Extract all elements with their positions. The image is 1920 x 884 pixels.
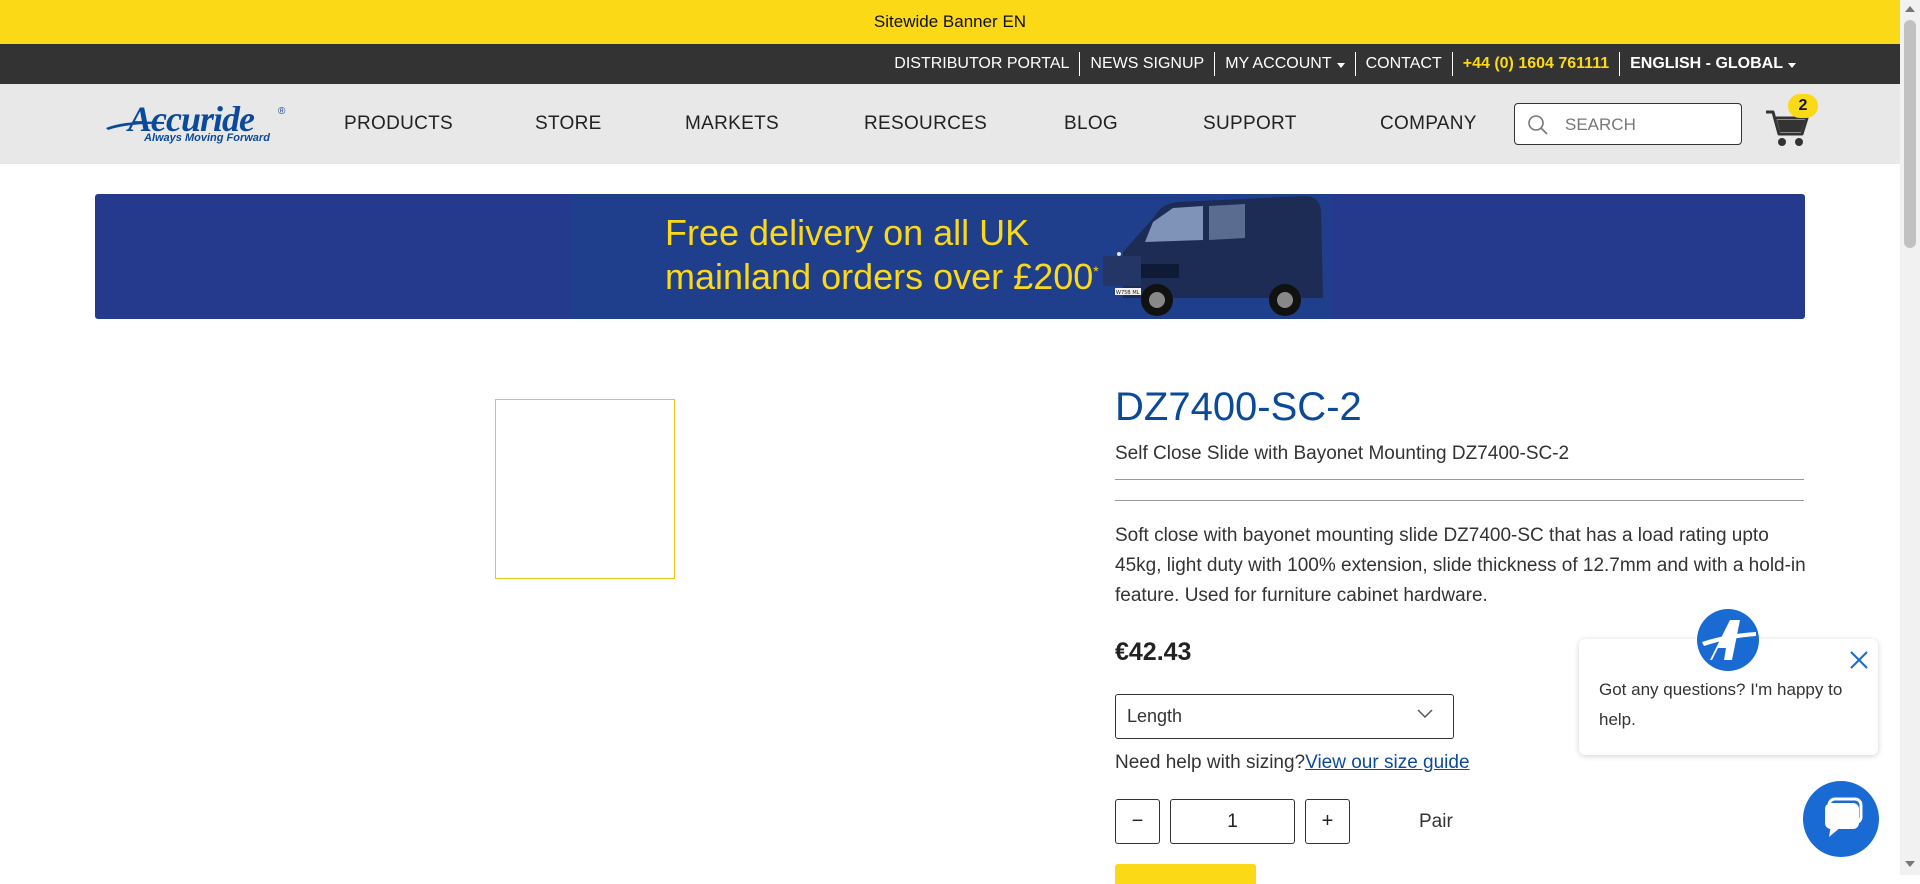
- logo-tagline: Always Moving Forward: [144, 132, 270, 144]
- distributor-portal-label: DISTRIBUTOR PORTAL: [894, 55, 1070, 72]
- nav-support-label: SUPPORT: [1203, 113, 1297, 134]
- scrollbar-thumb[interactable]: [1904, 20, 1916, 248]
- distributor-portal-link[interactable]: DISTRIBUTOR PORTAL: [884, 52, 1081, 76]
- page-scrollbar[interactable]: [1900, 0, 1920, 875]
- quantity-increase-button[interactable]: +: [1305, 799, 1350, 844]
- contact-label: CONTACT: [1365, 55, 1442, 72]
- nav-resources[interactable]: RESOURCES: [864, 84, 987, 164]
- promo-line-2: mainland orders over £200*: [665, 256, 1099, 298]
- cart-count-badge: 2: [1788, 94, 1818, 118]
- chat-avatar: [1696, 608, 1760, 672]
- utility-links: DISTRIBUTOR PORTAL NEWS SIGNUP MY ACCOUN…: [884, 44, 1806, 84]
- nav-markets-label: MARKETS: [685, 113, 779, 134]
- promo-line-2-text: mainland orders over £200: [665, 256, 1094, 297]
- nav-blog-label: BLOG: [1064, 113, 1118, 134]
- quantity-increase-label: +: [1321, 810, 1334, 832]
- nav-markets[interactable]: MARKETS: [685, 84, 779, 164]
- chat-message: Got any questions? I'm happy to help.: [1599, 680, 1843, 729]
- chat-launcher-button[interactable]: [1803, 781, 1879, 857]
- product-image[interactable]: [495, 399, 675, 579]
- product-subtitle: Self Close Slide with Bayonet Mounting D…: [1115, 443, 1570, 464]
- utility-bar: DISTRIBUTOR PORTAL NEWS SIGNUP MY ACCOUN…: [0, 44, 1900, 84]
- language-selector[interactable]: ENGLISH - GLOBAL: [1620, 52, 1806, 76]
- logo-registered-mark: ®: [278, 106, 286, 117]
- nav-company-label: COMPANY: [1380, 113, 1477, 134]
- divider-top: [1115, 479, 1804, 480]
- promo-banner[interactable]: Free delivery on all UK mainland orders …: [95, 194, 1805, 319]
- accuride-a-logo-icon: [1697, 609, 1759, 671]
- nav-products-label: PRODUCTS: [344, 113, 454, 134]
- search-input[interactable]: [1563, 110, 1737, 140]
- promo-line-1: Free delivery on all UK: [665, 212, 1030, 253]
- nav-support[interactable]: SUPPORT: [1203, 84, 1297, 164]
- my-account-label: MY ACCOUNT: [1225, 55, 1332, 72]
- quantity-value: 1: [1227, 810, 1238, 832]
- quantity-decrease-label: −: [1131, 810, 1144, 832]
- chevron-down-icon: [1417, 709, 1433, 719]
- divider-bottom: [1115, 500, 1804, 501]
- quantity-decrease-button[interactable]: −: [1115, 799, 1160, 844]
- length-select[interactable]: Length: [1115, 694, 1454, 739]
- my-account-dropdown[interactable]: MY ACCOUNT: [1215, 52, 1356, 76]
- product-description: Soft close with bayonet mounting slide D…: [1115, 525, 1806, 606]
- nav-store[interactable]: STORE: [535, 84, 602, 164]
- accuride-logo[interactable]: Accuride ® Always Moving Forward: [106, 98, 294, 150]
- nav-company[interactable]: COMPANY: [1380, 84, 1477, 164]
- size-guide-link[interactable]: View our size guide: [1305, 752, 1469, 773]
- scroll-down-arrow-icon[interactable]: [1905, 861, 1915, 867]
- caret-down-icon: [1788, 62, 1796, 68]
- news-signup-link[interactable]: NEWS SIGNUP: [1080, 52, 1216, 76]
- caret-down-icon: [1336, 62, 1345, 68]
- product-sku-title: DZ7400-SC-2: [1115, 385, 1362, 429]
- phone-number: +44 (0) 1604 761111: [1462, 55, 1610, 72]
- contact-link[interactable]: CONTACT: [1356, 52, 1453, 76]
- nav-resources-label: RESOURCES: [864, 113, 988, 134]
- quantity-input[interactable]: 1: [1170, 799, 1295, 844]
- sizing-prompt: Need help with sizing?: [1115, 752, 1306, 773]
- news-signup-label: NEWS SIGNUP: [1090, 55, 1205, 72]
- phone-link[interactable]: +44 (0) 1604 761111: [1453, 52, 1621, 76]
- van-plate: W75B ML: [1116, 290, 1140, 296]
- nav-products[interactable]: PRODUCTS: [344, 84, 453, 164]
- main-navigation: Accuride ® Always Moving Forward PRODUCT…: [0, 84, 1900, 164]
- nav-store-label: STORE: [535, 113, 602, 134]
- length-select-value: Length: [1127, 706, 1183, 726]
- nav-blog[interactable]: BLOG: [1064, 84, 1118, 164]
- close-icon[interactable]: [1848, 649, 1870, 671]
- sitewide-banner: Sitewide Banner EN: [0, 0, 1900, 44]
- quantity-unit: Pair: [1419, 811, 1453, 832]
- scroll-up-arrow-icon[interactable]: [1905, 6, 1915, 12]
- sitewide-banner-text: Sitewide Banner EN: [873, 12, 1027, 31]
- chat-bubble-icon: [1825, 797, 1863, 837]
- add-to-cart-button[interactable]: [1115, 864, 1256, 884]
- sizing-help: Need help with sizing?View our size guid…: [1115, 752, 1470, 774]
- search-icon[interactable]: [1527, 114, 1549, 136]
- delivery-van-image: W75B ML: [1103, 196, 1323, 316]
- product-price: €42.43: [1115, 638, 1192, 666]
- language-label: ENGLISH - GLOBAL: [1630, 55, 1783, 72]
- search-box: [1514, 103, 1742, 145]
